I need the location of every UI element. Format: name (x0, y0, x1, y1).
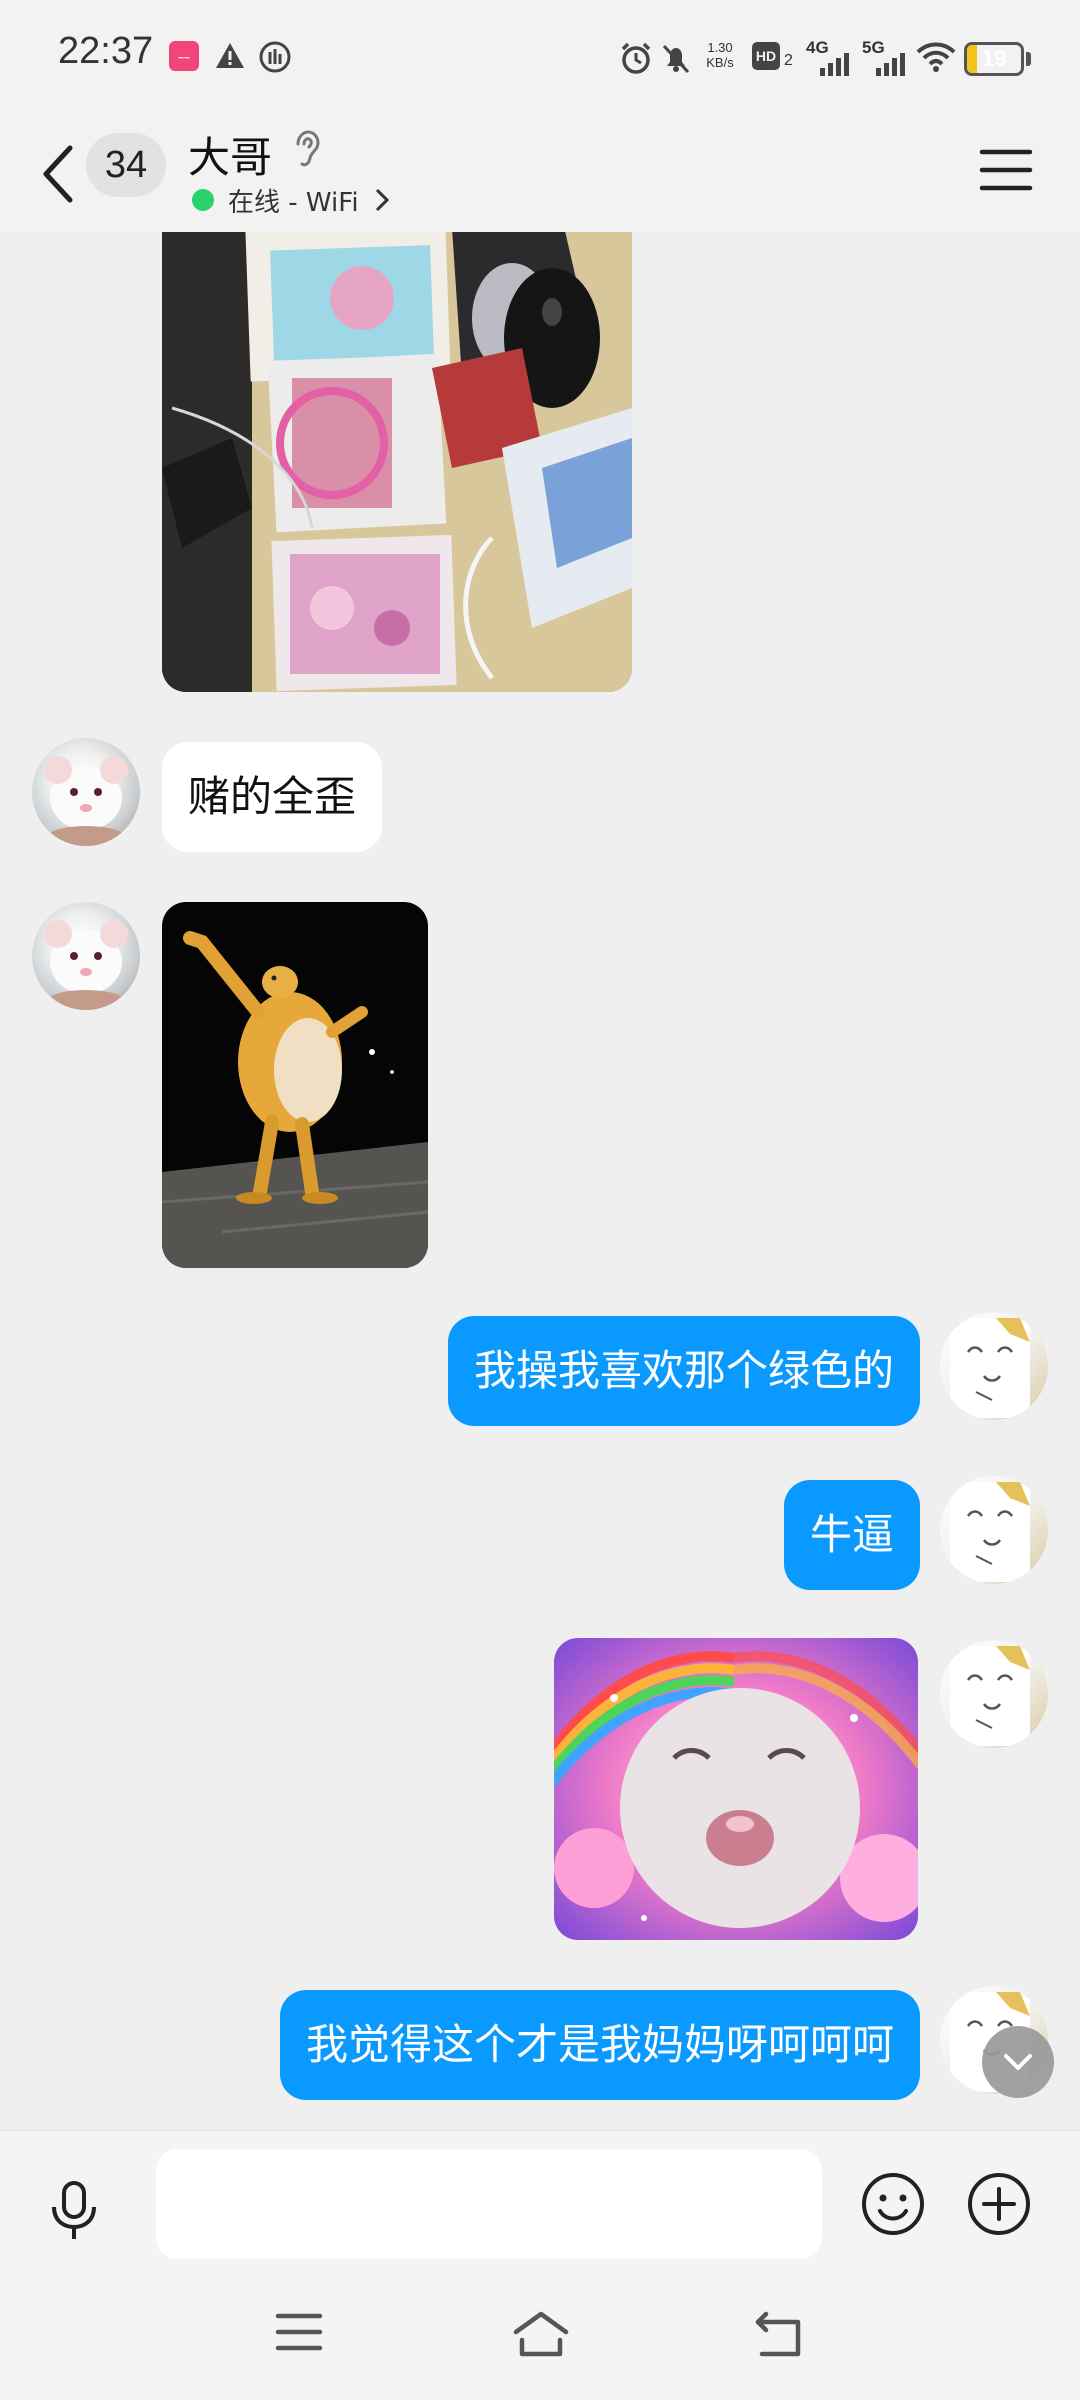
self-avatar-image (950, 1646, 1030, 1746)
message-image-sticker[interactable] (162, 902, 428, 1268)
avatar[interactable] (940, 1476, 1048, 1584)
hd-badge: HD (752, 42, 780, 70)
rat-avatar-image (44, 920, 128, 1010)
menu-button[interactable] (978, 142, 1034, 198)
mute-icon (662, 44, 690, 74)
avatar[interactable] (32, 902, 140, 1010)
alarm-icon (621, 42, 651, 74)
chat-header: 34 大哥 在线 - WiFi (0, 112, 1080, 232)
vpn-icon (259, 41, 291, 73)
message-image-sticker[interactable] (554, 1638, 918, 1940)
voice-input-button[interactable] (44, 2179, 104, 2243)
battery-level: 19 (981, 46, 1007, 71)
rat-avatar-image (44, 756, 128, 846)
home-button[interactable] (512, 2310, 570, 2358)
avatar[interactable] (940, 1312, 1048, 1420)
message-bubble-outgoing[interactable]: 我操我喜欢那个绿色的 (447, 1316, 920, 1426)
message-bubble-incoming[interactable]: 赌的全歪 (162, 742, 383, 852)
self-avatar-image (950, 1482, 1030, 1582)
photo-desk-image (162, 232, 632, 692)
self-avatar-image (950, 1318, 1030, 1418)
sticker-dancing-figure (162, 902, 428, 1268)
svg-text:~~: ~~ (178, 53, 190, 64)
app-notification-icon: ~~ (169, 41, 199, 71)
message-input[interactable] (156, 2149, 822, 2259)
unread-count-badge[interactable]: 34 (86, 133, 166, 197)
message-bubble-outgoing[interactable]: 我觉得这个才是我妈妈呀呵呵呵 (279, 1990, 920, 2100)
avatar[interactable] (32, 738, 140, 846)
message-bubble-outgoing[interactable]: 牛逼 (783, 1480, 920, 1590)
warning-icon (216, 43, 244, 68)
online-status-text: 在线 - WiFi (228, 187, 359, 218)
hd-sub: 2 (784, 52, 793, 69)
network-speed-value: 1.30 (707, 40, 733, 55)
message-image-desk-photo[interactable] (162, 232, 632, 692)
network-speed: 1.30 KB/s (698, 40, 742, 70)
scroll-to-bottom-button[interactable] (982, 2026, 1054, 2098)
signal-4g-icon (820, 53, 849, 76)
recent-apps-button[interactable] (274, 2310, 324, 2354)
status-bar: 22:37 ~~ 1.30 KB/s HD 2 4G 5G 19 (0, 0, 1080, 112)
chat-messages[interactable]: 赌的全歪 我操我喜欢那个绿色的 牛逼 我觉得这个才是我妈妈呀呵呵呵 (0, 232, 1080, 2130)
status-time: 22:37 (58, 30, 154, 72)
back-nav-button[interactable] (752, 2310, 806, 2358)
chevron-down-icon (1004, 2054, 1032, 2070)
avatar[interactable] (940, 1640, 1048, 1748)
signal-5g-icon (876, 53, 905, 76)
online-status-row[interactable]: 在线 - WiFi (192, 180, 389, 220)
input-bar (0, 2130, 1080, 2270)
online-dot (192, 189, 214, 211)
system-nav-bar (0, 2270, 1080, 2400)
wifi-icon (916, 42, 956, 72)
network-speed-unit: KB/s (706, 55, 734, 70)
battery-tip (1026, 52, 1031, 66)
chevron-right-icon (375, 188, 389, 212)
chat-title[interactable]: 大哥 (188, 124, 272, 185)
battery-icon: 19 (964, 42, 1024, 76)
back-button[interactable] (34, 134, 84, 214)
ear-icon[interactable] (290, 128, 322, 170)
sticker-rainbow-rat (554, 1638, 918, 1940)
more-options-plus-button[interactable] (966, 2171, 1032, 2237)
emoji-button[interactable] (860, 2171, 926, 2237)
